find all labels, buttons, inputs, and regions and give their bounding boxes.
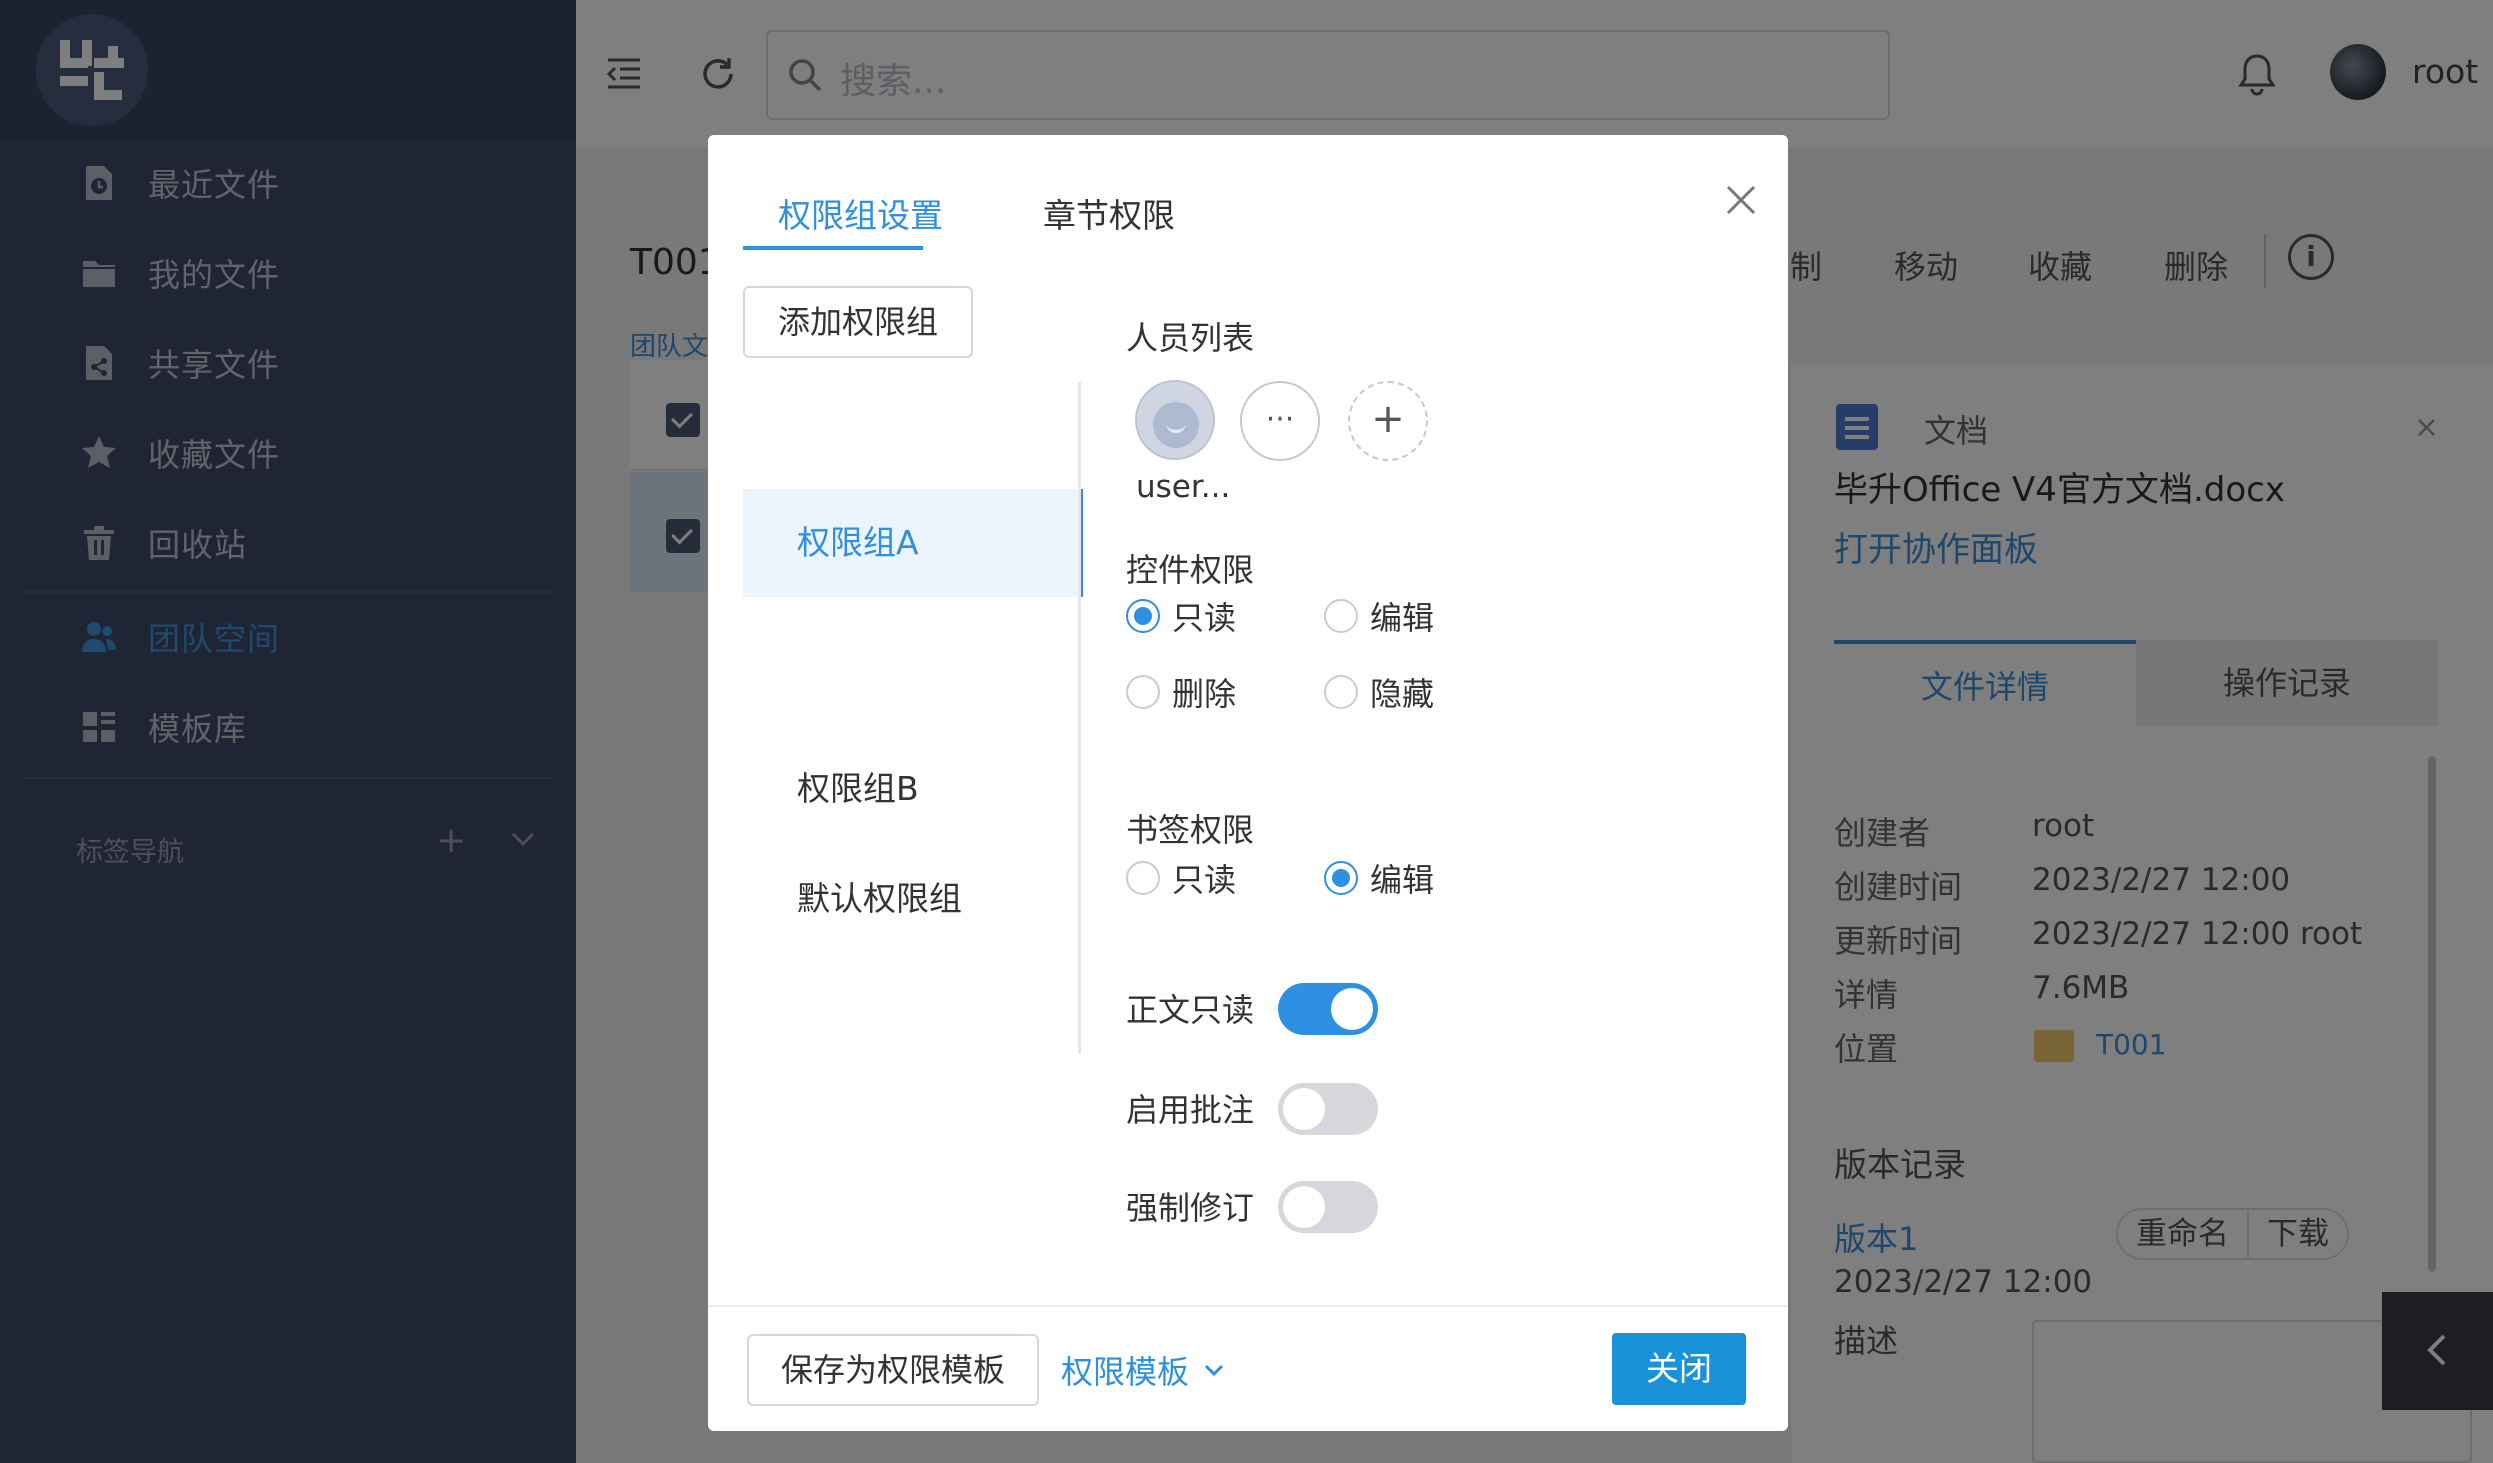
- radio-label: 只读: [1172, 599, 1237, 637]
- member-name: user...: [1136, 469, 1231, 505]
- control-perm-label: 控件权限: [1126, 551, 1255, 589]
- radio-dot: [1324, 599, 1358, 633]
- toggle-knob: [1283, 1186, 1325, 1228]
- bookmark-edit-radio[interactable]: 编辑: [1324, 855, 1434, 901]
- toggle-knob: [1331, 988, 1373, 1030]
- template-dropdown[interactable]: 权限模板: [1061, 1347, 1225, 1393]
- control-readonly-radio[interactable]: 只读: [1126, 593, 1236, 639]
- control-delete-radio[interactable]: 删除: [1126, 669, 1236, 715]
- body-readonly-label: 正文只读: [1126, 991, 1255, 1029]
- group-list-divider: [1078, 382, 1081, 1054]
- body-readonly-toggle[interactable]: [1278, 983, 1378, 1035]
- radio-dot: [1324, 675, 1358, 709]
- enable-comments-toggle[interactable]: [1278, 1083, 1378, 1135]
- active-tab-indicator: [743, 246, 923, 250]
- group-item-a[interactable]: 权限组A: [743, 489, 1083, 597]
- toggle-knob: [1283, 1088, 1325, 1130]
- footer-divider: [708, 1305, 1788, 1307]
- group-item-default[interactable]: 默认权限组: [743, 845, 1083, 953]
- radio-dot: [1126, 599, 1160, 633]
- control-hide-radio[interactable]: 隐藏: [1324, 669, 1434, 715]
- radio-label: 编辑: [1370, 599, 1435, 637]
- radio-label: 删除: [1172, 675, 1237, 713]
- add-group-button[interactable]: 添加权限组: [743, 286, 973, 358]
- force-revision-label: 强制修订: [1126, 1189, 1255, 1227]
- member-list-label: 人员列表: [1126, 319, 1255, 357]
- bookmark-readonly-radio[interactable]: 只读: [1126, 855, 1236, 901]
- radio-label: 只读: [1172, 861, 1237, 899]
- enable-comments-label: 启用批注: [1126, 1091, 1255, 1129]
- radio-dot: [1126, 675, 1160, 709]
- control-edit-radio[interactable]: 编辑: [1324, 593, 1434, 639]
- radio-label: 隐藏: [1370, 675, 1435, 713]
- chevron-down-icon: [1204, 1364, 1224, 1377]
- radio-label: 编辑: [1370, 861, 1435, 899]
- more-members-button[interactable]: ···: [1240, 381, 1320, 461]
- member-avatar[interactable]: [1135, 380, 1215, 460]
- force-revision-toggle[interactable]: [1278, 1181, 1378, 1233]
- permission-dialog: 权限组设置 章节权限 添加权限组 管理员 权限组A 权限组B 默认权限组 人员列…: [708, 135, 1788, 1431]
- tab-section-permissions[interactable]: 章节权限: [1043, 189, 1175, 237]
- group-item-b[interactable]: 权限组B: [743, 735, 1083, 843]
- radio-dot: [1126, 861, 1160, 895]
- template-dropdown-label: 权限模板: [1061, 1353, 1190, 1391]
- bookmark-perm-label: 书签权限: [1126, 811, 1255, 849]
- close-button[interactable]: 关闭: [1612, 1333, 1746, 1405]
- close-icon[interactable]: [1716, 175, 1766, 225]
- save-as-template-button[interactable]: 保存为权限模板: [747, 1334, 1039, 1406]
- radio-dot: [1324, 861, 1358, 895]
- tab-permission-group-settings[interactable]: 权限组设置: [778, 189, 943, 237]
- add-member-button[interactable]: +: [1348, 381, 1428, 461]
